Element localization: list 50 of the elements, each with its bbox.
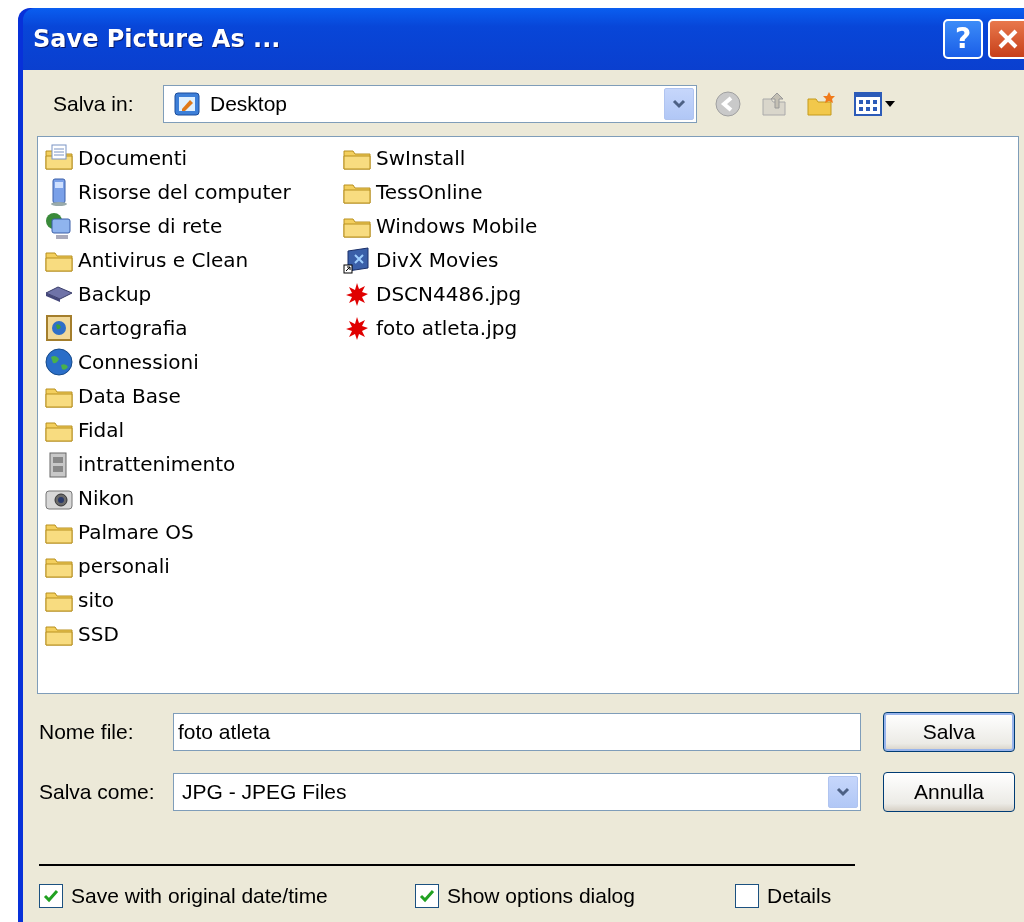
file-item[interactable]: Fidal (77, 415, 126, 445)
file-item[interactable]: Windows Mobile (375, 211, 539, 241)
location-label: Salva in: (52, 91, 135, 118)
help-button[interactable]: ? (943, 19, 983, 59)
checkmark-icon (42, 887, 60, 905)
file-item[interactable]: Nikon (77, 483, 136, 513)
desktop-icon (172, 89, 202, 119)
file-type-dropdown[interactable]: JPG - JPEG Files (173, 773, 861, 811)
checkmark-icon (418, 887, 436, 905)
file-item[interactable]: Backup (77, 279, 153, 309)
location-value: Desktop (210, 91, 289, 118)
map-icon (44, 313, 74, 343)
filename-label: Nome file: (38, 719, 135, 746)
cancel-button[interactable]: Annulla (883, 772, 1015, 812)
documents-folder-icon (44, 143, 74, 173)
globe-icon (44, 347, 74, 377)
filename-field[interactable]: foto atleta (173, 713, 861, 751)
file-item[interactable]: Data Base (77, 381, 182, 411)
file-item[interactable]: Documenti (77, 143, 189, 173)
file-item[interactable]: cartografia (77, 313, 189, 343)
file-item[interactable]: Connessioni (77, 347, 200, 377)
file-type-value: JPG - JPEG Files (181, 779, 348, 806)
save-button[interactable]: Salva (883, 712, 1015, 752)
file-item[interactable]: DSCN4486.jpg (375, 279, 523, 309)
checkbox[interactable] (39, 884, 63, 908)
checkbox-label: Save with original date/time (71, 883, 328, 910)
video-shortcut-icon (342, 245, 372, 275)
file-item[interactable]: Risorse del computer (77, 177, 292, 207)
network-computer-icon (44, 211, 74, 241)
view-menu-icon[interactable] (853, 89, 897, 119)
file-item[interactable]: DivX Movies (375, 245, 500, 275)
file-item[interactable]: intrattenimento (77, 449, 237, 479)
close-button[interactable] (988, 19, 1024, 59)
location-dropdown[interactable]: Desktop (163, 85, 697, 123)
file-item[interactable]: foto atleta.jpg (375, 313, 519, 343)
file-item[interactable]: SwInstall (375, 143, 467, 173)
file-item[interactable]: Antivirus e Clean (77, 245, 250, 275)
checkbox-label: Details (767, 883, 832, 910)
checkbox-label: Show options dialog (447, 883, 635, 910)
file-item[interactable]: Risorse di rete (77, 211, 224, 241)
close-icon (996, 27, 1020, 51)
file-item[interactable]: SSD (77, 619, 120, 649)
file-type-label: Salva come: (38, 779, 156, 806)
file-item[interactable]: personali (77, 551, 171, 581)
window-title: Save Picture As ... (33, 24, 282, 55)
file-item[interactable]: TessOnline (375, 177, 484, 207)
checkbox[interactable] (415, 884, 439, 908)
file-item[interactable]: sito (77, 585, 116, 615)
file-item[interactable]: Palmare OS (77, 517, 195, 547)
checkbox[interactable] (735, 884, 759, 908)
